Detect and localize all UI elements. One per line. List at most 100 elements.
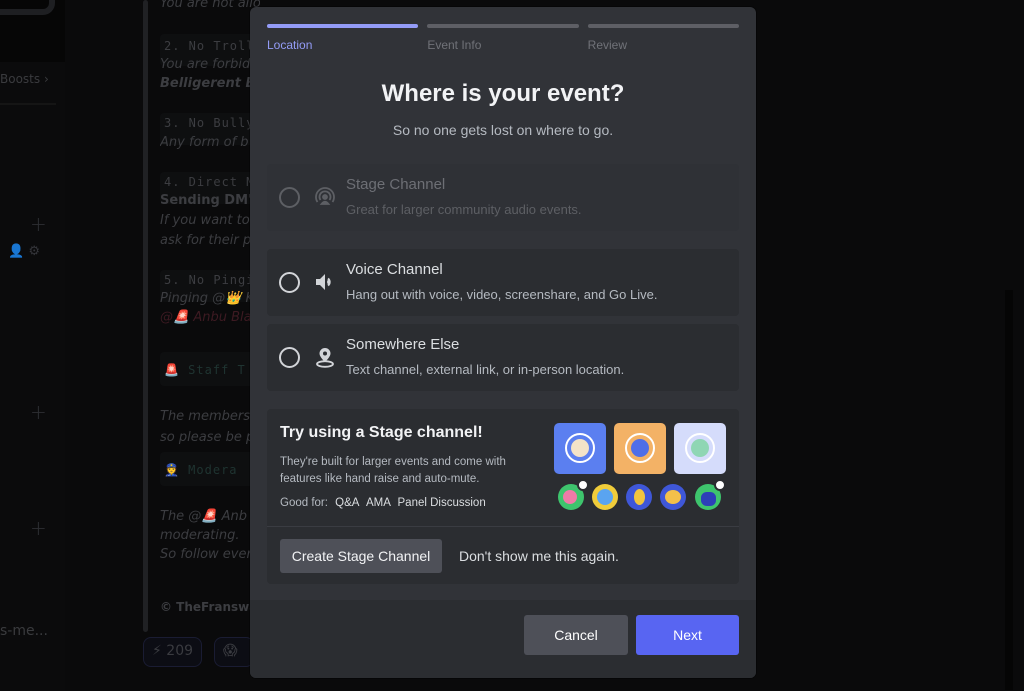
message-scrollbar[interactable]: [143, 0, 148, 632]
role-mention[interactable]: @🚨 Anbu Bla: [160, 308, 252, 327]
avatar-face: [563, 490, 577, 504]
reaction-count: 209: [166, 643, 194, 659]
message-line: so please be p: [160, 430, 255, 445]
option-name: Voice Channel: [346, 261, 443, 278]
good-for-tag: Q&A: [335, 497, 359, 509]
modal-footer: Cancel Next: [250, 600, 756, 678]
audience-avatar: [626, 484, 652, 510]
message-line: moderating.: [160, 528, 240, 543]
promo-description: They're built for larger events and come…: [280, 456, 506, 485]
speaker-avatar-tile: [554, 423, 606, 474]
location-pin-icon: [313, 345, 337, 369]
message-line: Any form of b: [160, 135, 249, 150]
audience-avatar: [592, 484, 618, 510]
message-line: 🚨 Staff T: [164, 363, 246, 377]
option-voice-channel[interactable]: Voice Channel Hang out with voice, video…: [267, 249, 739, 316]
audience-avatar: [660, 484, 686, 510]
good-for-tag: AMA: [366, 497, 391, 509]
message-line: 4. Direct M: [164, 175, 255, 189]
modal-title: Where is your event?: [381, 80, 625, 107]
option-description: Great for larger community audio events.: [346, 202, 582, 217]
option-name: Stage Channel: [346, 176, 446, 193]
avatar-face: [597, 489, 613, 505]
message-line: You are forbid: [160, 57, 251, 72]
step-event-info: Event Info: [427, 24, 579, 52]
radio-button[interactable]: [279, 347, 300, 368]
avatar-face: [691, 439, 709, 457]
option-somewhere-else[interactable]: Somewhere Else Text channel, external li…: [267, 324, 739, 391]
reaction-emoji: 😱: [223, 643, 238, 659]
avatar-face: [571, 439, 589, 457]
speaker-avatar-tile: [614, 423, 666, 474]
message-line: Belligerent Be: [160, 76, 260, 91]
speaker-avatar-tile: [674, 423, 726, 474]
invite-member-icon[interactable]: 👤: [8, 244, 24, 259]
message-line: 2. No Troll: [164, 39, 255, 53]
message-content: You are not allowed to self-advertise in…: [160, 0, 260, 691]
message-line: Sending DM's: [160, 193, 260, 208]
promo-divider: [267, 526, 739, 527]
message-line: The members: [160, 409, 251, 424]
radio-button[interactable]: [279, 272, 300, 293]
avatar-face: [634, 489, 645, 505]
server-banner-frame: [0, 0, 55, 15]
hand-raise-icon: [714, 479, 726, 491]
avatar-ring: [565, 433, 595, 463]
gear-icon[interactable]: ⚙: [28, 244, 40, 259]
chevron-right-icon: ›: [43, 72, 49, 86]
reaction-button[interactable]: 😱: [214, 637, 254, 667]
avatar-ring: [625, 433, 655, 463]
option-name: Somewhere Else: [346, 336, 460, 353]
good-for-row: Good for: Q&A AMA Panel Discussion: [280, 497, 486, 509]
radio-button: [279, 187, 300, 208]
reaction-emoji: ⚡: [152, 643, 162, 659]
stage-channel-promo: Try using a Stage channel! They're built…: [267, 409, 739, 584]
avatar-ring: [685, 433, 715, 463]
hand-raise-icon: [577, 479, 589, 491]
good-for-label: Good for:: [280, 497, 328, 509]
message-line: 👮 Modera: [164, 463, 238, 477]
channel-actions: 👤 ⚙: [8, 244, 40, 259]
add-channel-icon[interactable]: +: [30, 516, 47, 540]
step-progress-bar: [267, 24, 419, 28]
message-line: So follow every: [160, 547, 260, 562]
speaker-icon: [313, 270, 337, 294]
audience-avatar: [695, 479, 726, 510]
stage-icon: [313, 185, 337, 209]
create-event-modal: Location Event Info Review Where is your…: [250, 7, 756, 678]
option-description: Text channel, external link, or in-perso…: [346, 362, 625, 377]
sidebar-divider: [0, 103, 56, 105]
step-label: Location: [267, 38, 313, 52]
option-stage-channel: Stage Channel Great for larger community…: [267, 164, 739, 231]
avatar-face: [701, 492, 716, 506]
message-line: If you want to: [160, 213, 250, 228]
message-line: 3. No Bully: [164, 116, 255, 130]
next-button[interactable]: Next: [636, 615, 739, 655]
reaction-button[interactable]: ⚡ 209: [143, 637, 203, 667]
promo-title: Try using a Stage channel!: [280, 424, 483, 441]
message-line: The @🚨 Anb: [160, 509, 248, 524]
message-line: 5. No Pingi: [164, 273, 255, 287]
message-line: ask for their p: [160, 233, 252, 248]
step-progress-bar: [427, 24, 579, 28]
channel-sidebar: Boosts › + 👤 ⚙ + + s-me...: [0, 0, 65, 691]
message-footer: © TheFranswah: [160, 600, 260, 614]
step-indicator: Location Event Info Review: [267, 24, 739, 52]
add-channel-icon[interactable]: +: [30, 400, 47, 424]
cancel-button[interactable]: Cancel: [524, 615, 628, 655]
step-label: Review: [587, 38, 628, 52]
boosts-link[interactable]: Boosts ›: [0, 72, 49, 86]
channel-item[interactable]: s-me...: [0, 623, 48, 639]
message-line: Pinging @👑 K: [160, 291, 255, 306]
good-for-tag: Panel Discussion: [397, 497, 486, 509]
right-scrollbar[interactable]: [1005, 290, 1013, 690]
modal-subtitle: So no one gets lost on where to go.: [392, 122, 614, 138]
option-description: Hang out with voice, video, screenshare,…: [346, 287, 658, 302]
add-channel-icon[interactable]: +: [30, 212, 47, 236]
avatar-face: [631, 439, 649, 457]
step-progress-bar: [587, 24, 739, 28]
audience-avatar: [558, 479, 589, 510]
step-location: Location: [267, 24, 419, 52]
create-stage-channel-button[interactable]: Create Stage Channel: [280, 539, 442, 573]
dont-show-again-link[interactable]: Don't show me this again.: [459, 548, 619, 564]
